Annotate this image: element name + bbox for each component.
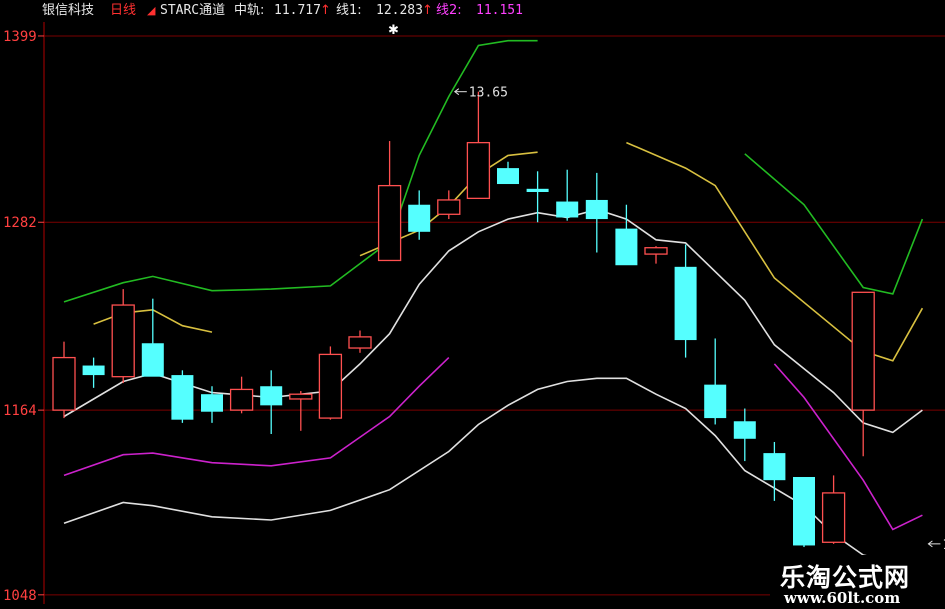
candle-body-down — [556, 201, 579, 218]
candle — [733, 408, 756, 462]
y-tick-label: 1164 — [3, 403, 37, 419]
candle — [851, 291, 875, 457]
candle — [260, 370, 283, 435]
watermark: 乐淘公式网 www.60lt.com — [770, 555, 945, 609]
candle-body-up — [437, 199, 461, 215]
candle-body-up — [52, 356, 76, 411]
stock-name: 银信科技 — [42, 3, 95, 18]
candle-body-down — [674, 266, 697, 341]
candle — [497, 161, 519, 185]
candle-body-up — [318, 353, 343, 419]
candle-body-up — [111, 304, 135, 378]
candle-body-up — [377, 184, 402, 262]
candle — [704, 338, 727, 425]
candle — [585, 172, 608, 253]
candle — [229, 376, 254, 414]
candle-body-up — [821, 492, 846, 543]
candle-body-down — [793, 476, 815, 546]
candle-body-down — [82, 365, 105, 376]
candle-body-up — [644, 247, 668, 255]
candle-body-down — [497, 168, 519, 185]
candle — [171, 370, 194, 423]
line2-label: 线2: — [436, 3, 462, 18]
candle-body-down — [763, 453, 786, 481]
indicator-name[interactable]: STARC通道 — [160, 0, 225, 22]
line1-value: 12.283 — [376, 3, 423, 18]
y-tick-label: 1282 — [3, 215, 37, 231]
candle-body-down — [585, 199, 608, 220]
candle — [556, 169, 579, 221]
candle-body-up — [229, 388, 254, 411]
indicator-arrow-icon[interactable]: ◢ — [147, 0, 155, 22]
candle-body-down — [260, 386, 283, 406]
candle — [111, 289, 135, 384]
candle — [348, 330, 372, 353]
candle — [821, 475, 846, 544]
line1-label: 线1: — [336, 3, 362, 18]
upper-line — [63, 39, 538, 303]
candle-body-up — [348, 336, 372, 349]
candle-body-up — [851, 291, 875, 411]
candle-body-down — [704, 384, 727, 419]
candle — [644, 246, 668, 264]
chart-canvas: 1399128211641048 13.6510.83 — [3, 22, 945, 604]
mid-up-arrow-icon: ↑ — [320, 3, 331, 18]
mid-label: 中轨: — [234, 3, 265, 18]
candle — [377, 141, 402, 262]
starc-chart: 1399128211641048 13.6510.83 银信科技 日线 ◢ ST… — [0, 0, 945, 609]
candle-body-down — [733, 421, 756, 439]
mid-value: 11.717 — [274, 3, 321, 18]
candle-body-up — [289, 393, 313, 400]
candle-body-down — [201, 394, 223, 412]
candle-body-down — [141, 343, 164, 377]
cursor-star-icon: ✱ — [388, 23, 399, 38]
line2-value: 11.151 — [476, 3, 523, 18]
y-tick-label: 1399 — [3, 29, 37, 45]
candle — [201, 386, 223, 423]
yellow-line — [626, 141, 924, 362]
candle-body-down — [171, 375, 194, 420]
candle-body-up — [466, 141, 491, 200]
candle — [82, 357, 105, 388]
candle — [289, 391, 313, 431]
period-label[interactable]: 日线 — [110, 0, 136, 22]
candle — [318, 346, 343, 420]
candle — [793, 476, 815, 548]
y-axis: 1399 1282 1164 1048 — [3, 22, 45, 604]
line1-up-arrow-icon: ↑ — [422, 3, 433, 18]
candle — [408, 190, 431, 240]
candle-body-down — [526, 188, 549, 192]
candle — [674, 244, 697, 358]
candle — [615, 204, 638, 266]
candle — [437, 190, 461, 220]
header-bar: 银信科技 日线 ◢ STARC通道 中轨: 11.717 ↑ 线1: 12.28… — [0, 0, 540, 22]
candle — [52, 341, 76, 419]
y-tick-label: 1048 — [3, 588, 37, 604]
candle-body-down — [408, 204, 431, 232]
candle — [466, 91, 491, 200]
watermark-url: www.60lt.com — [784, 589, 901, 607]
annotation-label: 13.65 — [469, 86, 508, 101]
candle-body-down — [615, 228, 638, 266]
